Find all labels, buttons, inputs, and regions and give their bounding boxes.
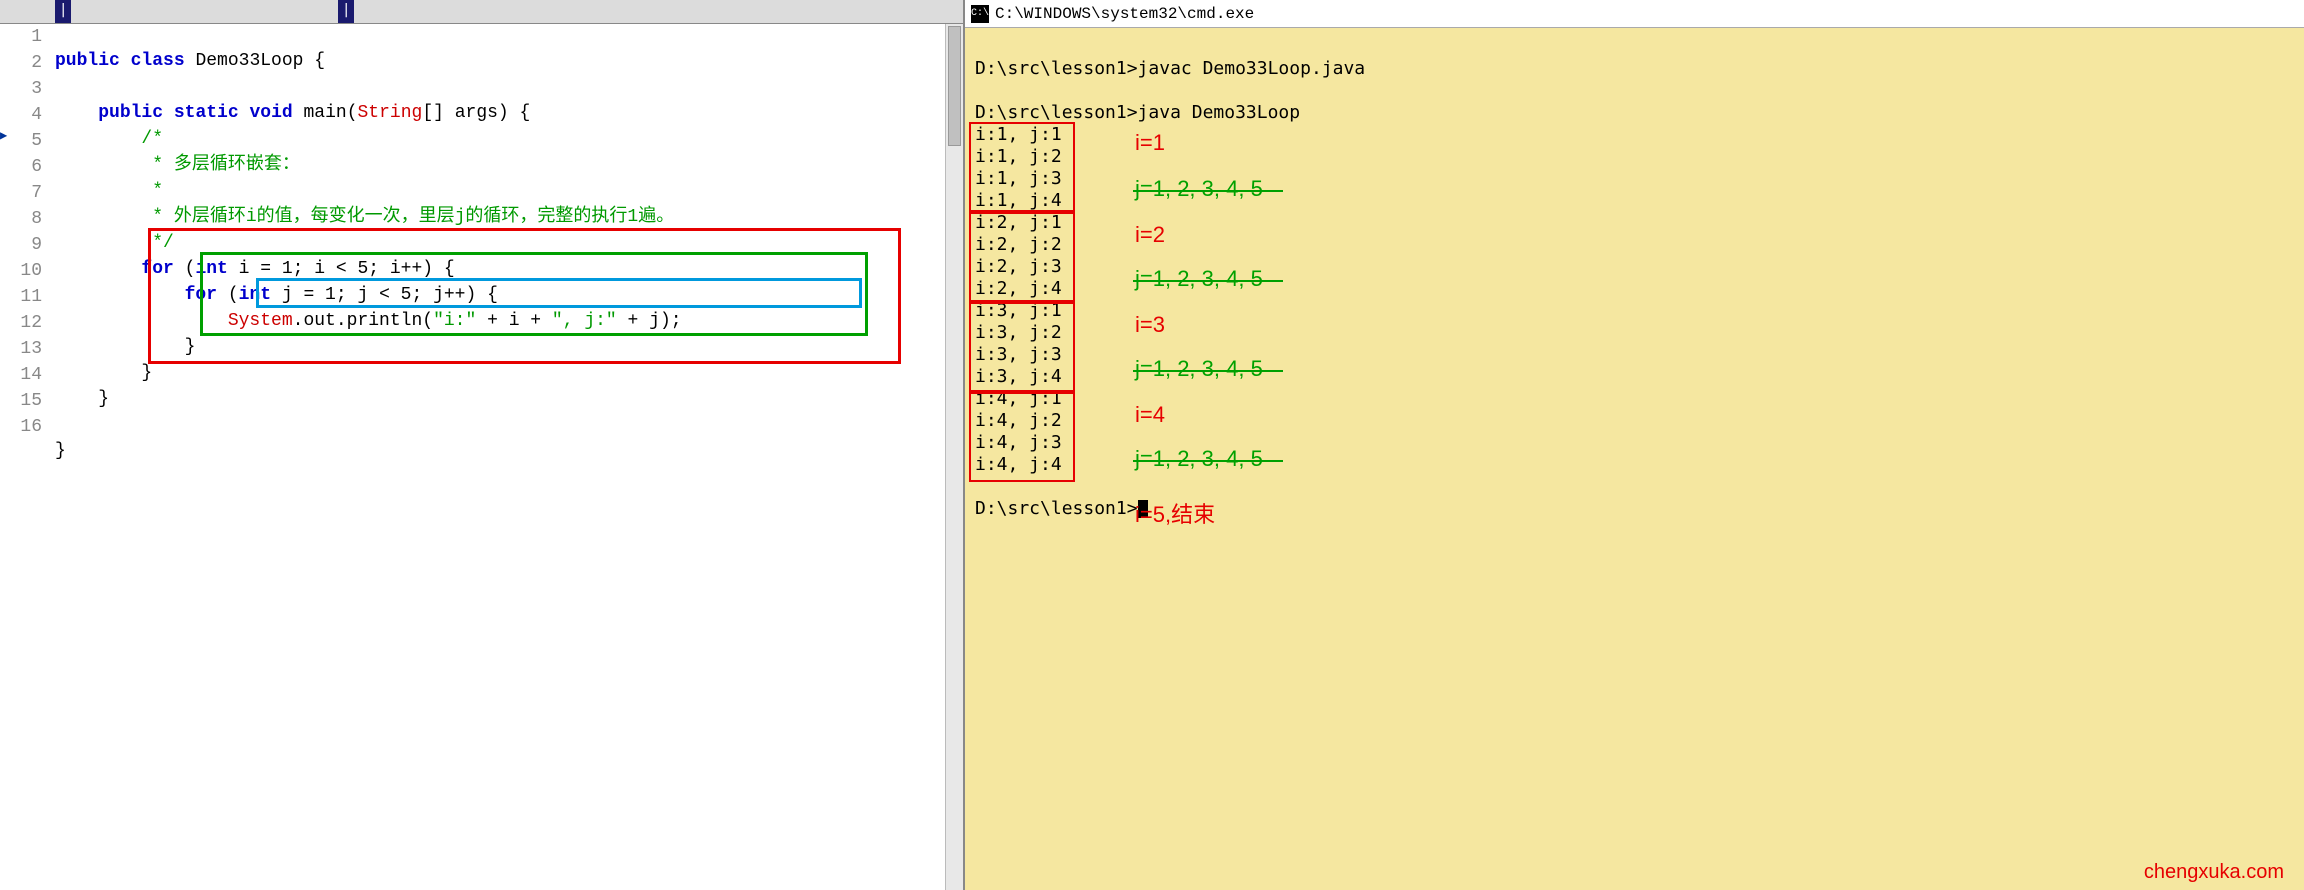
line-number: 10 <box>0 258 42 284</box>
annotation-i1: i=1 <box>1135 132 1165 154</box>
terminal-line: i:3, j:1 <box>975 300 2294 322</box>
line-number-gutter: 12345678910111213141516 <box>0 24 48 440</box>
terminal-titlebar: C:\ C:\WINDOWS\system32\cmd.exe <box>965 0 2304 28</box>
line-number: 4 <box>0 102 42 128</box>
code-editor-pane: | ----+----1----+----2----+----3----+---… <box>0 0 965 890</box>
cmd-icon: C:\ <box>971 5 989 23</box>
line-number: 5 <box>0 128 42 154</box>
code-line[interactable]: * <box>55 178 963 204</box>
terminal-line: i:1, j:1 <box>975 124 2294 146</box>
annotation-i2: i=2 <box>1135 224 1165 246</box>
terminal-body[interactable]: D:\src\lesson1>javac Demo33Loop.java D:\… <box>965 28 2304 528</box>
line-number: 8 <box>0 206 42 232</box>
code-line[interactable] <box>55 74 963 100</box>
annotation-j1: j=1, 2, 3, 4, 5 <box>1135 178 1263 202</box>
terminal-line: i:1, j:2 <box>975 146 2294 168</box>
annotation-end: i=5,结束 <box>1135 504 1215 526</box>
annotation-j3: j=1, 2, 3, 4, 5 <box>1135 358 1263 382</box>
line-number: 1 <box>0 24 42 50</box>
code-line[interactable]: public class Demo33Loop { <box>55 48 963 74</box>
output-group-2 <box>969 212 1075 302</box>
terminal-line <box>975 80 2294 102</box>
terminal-line: i:2, j:1 <box>975 212 2294 234</box>
line-number: 7 <box>0 180 42 206</box>
terminal-line: D:\src\lesson1>java Demo33Loop <box>975 102 2294 124</box>
editor-ruler: | ----+----1----+----2----+----3----+---… <box>0 0 963 24</box>
statement-highlight-box <box>256 278 862 308</box>
terminal-line <box>975 476 2294 498</box>
terminal-line <box>975 36 2294 58</box>
line-number: 11 <box>0 284 42 310</box>
line-number: 3 <box>0 76 42 102</box>
annotation-i4: i=4 <box>1135 404 1165 426</box>
terminal-title-text: C:\WINDOWS\system32\cmd.exe <box>995 5 1254 23</box>
annotation-i3: i=3 <box>1135 314 1165 336</box>
terminal-line: i:2, j:2 <box>975 234 2294 256</box>
output-group-3 <box>969 302 1075 392</box>
code-line[interactable]: * 外层循环i的值，每变化一次，里层j的循环，完整的执行1遍。 <box>55 204 963 230</box>
line-number: 14 <box>0 362 42 388</box>
line-number: 13 <box>0 336 42 362</box>
terminal-line: i:4, j:2 <box>975 410 2294 432</box>
line-number: 12 <box>0 310 42 336</box>
code-line[interactable] <box>55 412 963 438</box>
line-number: 6 <box>0 154 42 180</box>
output-group-1 <box>969 122 1075 212</box>
terminal-pane: C:\ C:\WINDOWS\system32\cmd.exe D:\src\l… <box>965 0 2304 890</box>
code-line[interactable]: /* <box>55 126 963 152</box>
annotation-j4: j=1, 2, 3, 4, 5 <box>1135 448 1263 472</box>
line-number: 15 <box>0 388 42 414</box>
line-number: 9 <box>0 232 42 258</box>
code-line[interactable]: public static void main(String[] args) { <box>55 100 963 126</box>
watermark-text: chengxuka.com <box>2144 861 2284 884</box>
output-group-4 <box>969 392 1075 482</box>
terminal-line: i:3, j:2 <box>975 322 2294 344</box>
line-number: 16 <box>0 414 42 440</box>
terminal-line: i:4, j:1 <box>975 388 2294 410</box>
annotation-j2: j=1, 2, 3, 4, 5 <box>1135 268 1263 292</box>
code-line[interactable]: * 多层循环嵌套： <box>55 152 963 178</box>
editor-scrollbar[interactable] <box>945 24 963 890</box>
code-line[interactable]: } <box>55 386 963 412</box>
line-number: 2 <box>0 50 42 76</box>
terminal-line: D:\src\lesson1>javac Demo33Loop.java <box>975 58 2294 80</box>
code-line[interactable]: } <box>55 438 963 464</box>
